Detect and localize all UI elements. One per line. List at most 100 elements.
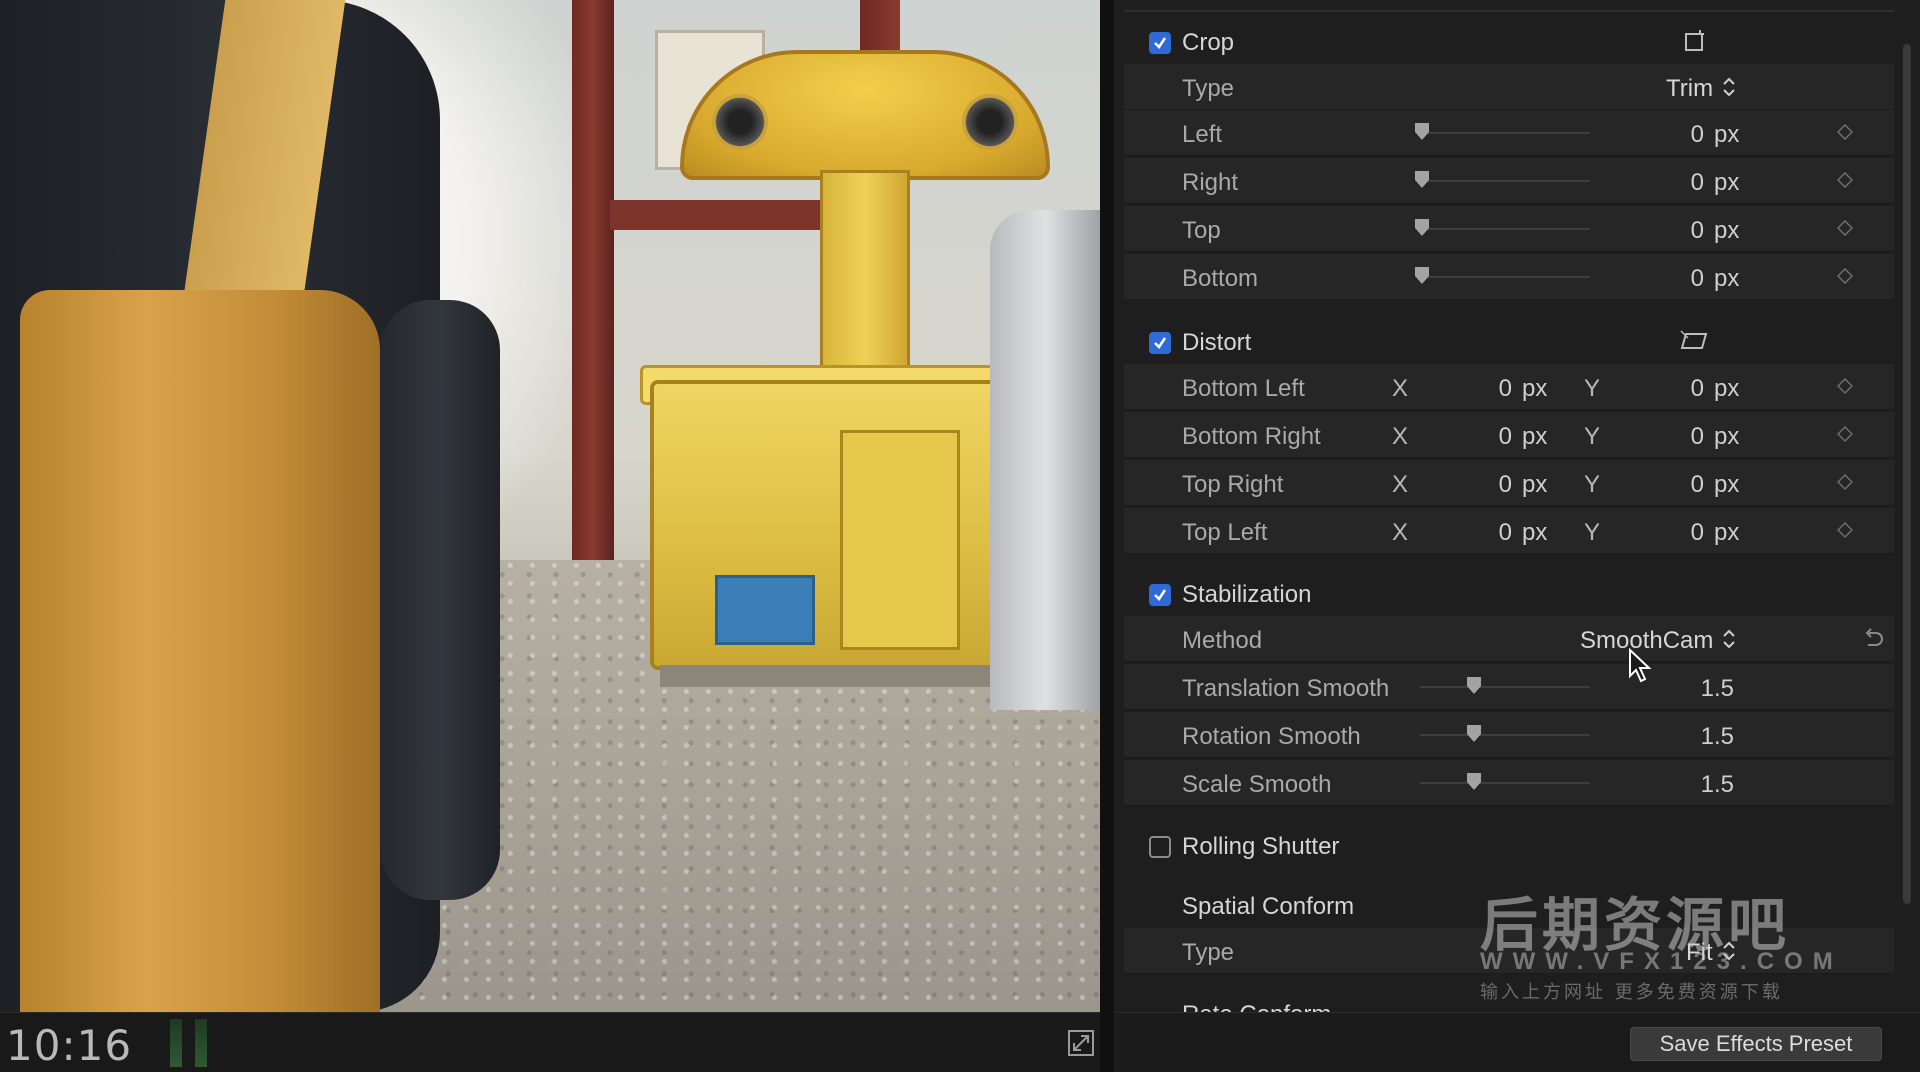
rolling-shutter-checkbox[interactable] [1149, 836, 1171, 858]
slider-knob-icon[interactable] [1466, 724, 1482, 744]
crop-top-value[interactable]: 0 [1664, 217, 1704, 245]
distort-y-value[interactable]: 0 [1664, 423, 1704, 451]
spatial-conform-section-header: Spatial Conform [1124, 880, 1894, 928]
crop-type-popup[interactable]: Trim [1666, 75, 1713, 103]
keyframe-icon[interactable] [1837, 378, 1853, 394]
keyframe-icon[interactable] [1837, 426, 1853, 442]
crop-right-slider[interactable] [1420, 180, 1590, 182]
y-axis-label: Y [1584, 519, 1601, 546]
unit-label: px [1522, 423, 1548, 450]
crop-bottom-slider[interactable] [1420, 276, 1590, 278]
video-arcade-neck [820, 170, 910, 390]
distort-row-label: Top Left [1182, 519, 1268, 546]
crop-tool-icon[interactable] [1682, 28, 1708, 59]
translation-smooth-slider[interactable] [1420, 686, 1590, 688]
distort-row-label: Top Right [1182, 471, 1284, 498]
chevron-updown-icon[interactable] [1722, 940, 1736, 962]
slider-knob-icon[interactable] [1414, 218, 1430, 238]
distort-top-left-row: Top Left X 0 px Y 0 px [1124, 508, 1894, 554]
keyframe-icon[interactable] [1837, 268, 1853, 284]
smooth-row-label: Rotation Smooth [1182, 723, 1361, 750]
unit-label: px [1522, 471, 1548, 498]
keyframe-icon[interactable] [1837, 522, 1853, 538]
distort-row-label: Bottom Left [1182, 375, 1305, 402]
spatial-conform-type-popup[interactable]: Fit [1686, 939, 1713, 967]
method-label: Method [1182, 627, 1263, 654]
slider-knob-icon[interactable] [1414, 170, 1430, 190]
crop-row-label: Left [1182, 121, 1223, 148]
crop-type-label: Type [1182, 75, 1235, 102]
audio-meter-right [195, 1019, 207, 1067]
video-speaker [712, 94, 768, 150]
crop-checkbox[interactable] [1149, 32, 1171, 54]
rotation-smooth-row: Rotation Smooth 1.5 [1124, 712, 1894, 758]
video-covered-machine [990, 210, 1100, 710]
slider-knob-icon[interactable] [1414, 266, 1430, 286]
video-person-arm [380, 300, 500, 900]
keyframe-icon[interactable] [1837, 124, 1853, 140]
rotation-smooth-value[interactable]: 1.5 [1664, 723, 1734, 751]
unit-label: px [1714, 265, 1740, 292]
crop-bottom-row: Bottom 0 px [1124, 254, 1894, 300]
chevron-updown-icon[interactable] [1722, 628, 1736, 650]
section-divider [1124, 10, 1894, 12]
crop-left-value[interactable]: 0 [1664, 121, 1704, 149]
crop-left-row: Left 0 px [1124, 110, 1894, 156]
slider-knob-icon[interactable] [1466, 676, 1482, 696]
stabilization-checkbox[interactable] [1149, 584, 1171, 606]
distort-row-label: Bottom Right [1182, 423, 1321, 450]
rolling-shutter-title: Rolling Shutter [1182, 833, 1340, 860]
video-arcade-door [840, 430, 960, 650]
distort-y-value[interactable]: 0 [1664, 375, 1704, 403]
spatial-conform-type-label: Type [1182, 939, 1235, 966]
timecode: 10:16 [6, 1021, 133, 1070]
distort-x-value[interactable]: 0 [1472, 471, 1512, 499]
distort-x-value[interactable]: 0 [1472, 519, 1512, 547]
distort-bottom-right-row: Bottom Right X 0 px Y 0 px [1124, 412, 1894, 458]
crop-right-value[interactable]: 0 [1664, 169, 1704, 197]
y-axis-label: Y [1584, 423, 1601, 450]
distort-y-value[interactable]: 0 [1664, 471, 1704, 499]
unit-label: px [1522, 375, 1548, 402]
video-arcade-sign [680, 50, 1050, 180]
crop-top-slider[interactable] [1420, 228, 1590, 230]
slider-knob-icon[interactable] [1414, 122, 1430, 142]
distort-tool-icon[interactable] [1678, 328, 1710, 357]
keyframe-icon[interactable] [1837, 220, 1853, 236]
stabilization-title: Stabilization [1182, 581, 1312, 608]
scale-smooth-slider[interactable] [1420, 782, 1590, 784]
slider-knob-icon[interactable] [1466, 772, 1482, 792]
viewer-bar: 10:16 [0, 1012, 1100, 1072]
distort-checkbox[interactable] [1149, 332, 1171, 354]
rolling-shutter-section-header: Rolling Shutter [1124, 820, 1894, 868]
translation-smooth-value[interactable]: 1.5 [1664, 675, 1734, 703]
crop-type-row: Type Trim [1124, 64, 1894, 110]
inspector-footer: Save Effects Preset [1114, 1012, 1920, 1072]
inspector-scrollbar[interactable] [1903, 44, 1911, 904]
distort-x-value[interactable]: 0 [1472, 375, 1512, 403]
video-viewer[interactable] [0, 0, 1100, 1012]
scale-smooth-value[interactable]: 1.5 [1664, 771, 1734, 799]
video-arcade-panel [715, 575, 815, 645]
keyframe-icon[interactable] [1837, 474, 1853, 490]
reset-icon[interactable] [1862, 628, 1884, 650]
unit-label: px [1714, 423, 1740, 450]
x-axis-label: X [1392, 471, 1409, 498]
crop-left-slider[interactable] [1420, 132, 1590, 134]
x-axis-label: X [1392, 423, 1409, 450]
rotation-smooth-slider[interactable] [1420, 734, 1590, 736]
keyframe-icon[interactable] [1837, 172, 1853, 188]
x-axis-label: X [1392, 375, 1409, 402]
crop-bottom-value[interactable]: 0 [1664, 265, 1704, 293]
spatial-conform-type-row: Type Fit [1124, 928, 1894, 974]
y-axis-label: Y [1584, 471, 1601, 498]
panel-divider[interactable] [1100, 0, 1114, 1072]
video-inspector: Crop Type Trim Left 0 px Right 0 px Top … [1114, 0, 1920, 1012]
stabilization-section-header: Stabilization [1124, 568, 1894, 616]
distort-x-value[interactable]: 0 [1472, 423, 1512, 451]
chevron-updown-icon[interactable] [1722, 76, 1736, 98]
fullscreen-icon[interactable] [1068, 1030, 1094, 1056]
distort-y-value[interactable]: 0 [1664, 519, 1704, 547]
rate-conform-title: Rate Conform [1182, 1001, 1331, 1012]
save-effects-preset-button[interactable]: Save Effects Preset [1630, 1027, 1882, 1061]
